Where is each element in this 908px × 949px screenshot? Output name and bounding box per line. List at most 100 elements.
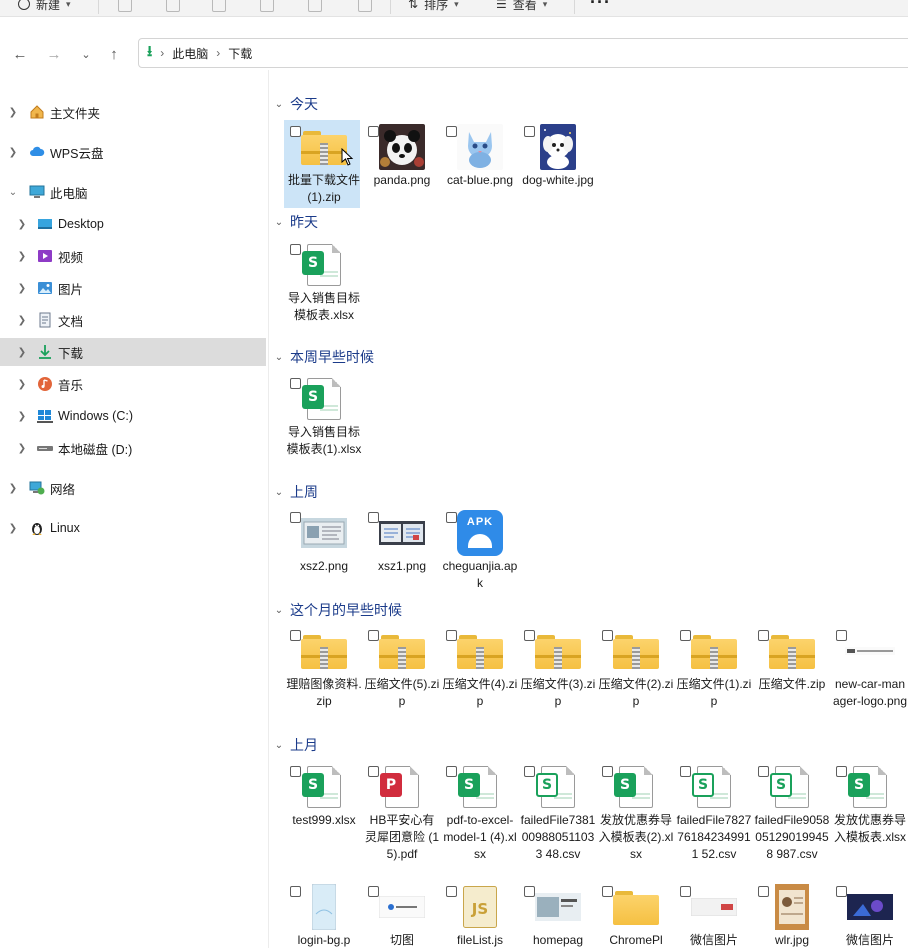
breadcrumb-this-pc[interactable]: 此电脑 bbox=[172, 45, 208, 62]
spreadsheet-icon: S bbox=[298, 764, 350, 810]
new-button[interactable]: 新建 ▾ bbox=[18, 0, 71, 14]
sidebar-item-drive-d[interactable]: ❯ 本地磁盘 (D:) bbox=[0, 434, 266, 462]
collapse-chevron-icon[interactable]: ⌄ bbox=[270, 487, 288, 498]
group-header-last-week[interactable]: ⌄ 上周 bbox=[270, 482, 318, 502]
item-checkbox[interactable] bbox=[758, 886, 769, 897]
sidebar-item-pictures[interactable]: ❯ 图片 bbox=[0, 274, 266, 302]
up-arrow-icon[interactable]: ↑ bbox=[104, 44, 124, 64]
item-checkbox[interactable] bbox=[368, 126, 379, 137]
item-checkbox[interactable] bbox=[836, 630, 847, 641]
expand-chevron-icon[interactable]: ❯ bbox=[8, 483, 18, 494]
more-options-icon[interactable]: ··· bbox=[590, 0, 611, 13]
item-checkbox[interactable] bbox=[524, 766, 535, 777]
toolbar-divider bbox=[390, 0, 391, 14]
pdf-icon: P bbox=[376, 764, 428, 810]
item-checkbox[interactable] bbox=[680, 886, 691, 897]
sidebar-item-label: 此电脑 bbox=[50, 186, 88, 201]
sidebar-item-music[interactable]: ❯ 音乐 bbox=[0, 370, 266, 398]
item-checkbox[interactable] bbox=[836, 766, 847, 777]
forward-arrow-icon[interactable]: → bbox=[44, 44, 64, 64]
expand-chevron-icon[interactable]: ❯ bbox=[17, 379, 27, 390]
item-checkbox[interactable] bbox=[680, 630, 691, 641]
item-checkbox[interactable] bbox=[758, 766, 769, 777]
item-checkbox[interactable] bbox=[290, 766, 301, 777]
item-checkbox[interactable] bbox=[290, 244, 301, 255]
sidebar-item-videos[interactable]: ❯ 视频 bbox=[0, 242, 266, 270]
group-header-earlier-this-week[interactable]: ⌄ 本周早些时候 bbox=[270, 347, 374, 367]
collapse-chevron-icon[interactable]: ⌄ bbox=[270, 605, 288, 616]
recent-locations-chevron-icon[interactable]: ⌄ bbox=[76, 44, 96, 64]
file-name: ChromePl bbox=[609, 933, 663, 947]
view-button[interactable]: ☰ 查看 ▾ bbox=[496, 0, 547, 14]
item-checkbox[interactable] bbox=[290, 512, 301, 523]
share-icon[interactable] bbox=[308, 0, 322, 12]
expand-chevron-icon[interactable]: ❯ bbox=[8, 147, 18, 158]
address-bar[interactable]: ⭳ › 此电脑 › 下载 bbox=[138, 38, 908, 68]
item-checkbox[interactable] bbox=[368, 766, 379, 777]
expand-chevron-icon[interactable]: ❯ bbox=[8, 107, 18, 118]
item-checkbox[interactable] bbox=[290, 378, 301, 389]
group-header-today[interactable]: ⌄ 今天 bbox=[270, 94, 318, 114]
item-checkbox[interactable] bbox=[446, 630, 457, 641]
item-checkbox[interactable] bbox=[368, 512, 379, 523]
file-name: 压缩文件(3).zip bbox=[520, 677, 596, 708]
group-header-yesterday[interactable]: ⌄ 昨天 bbox=[270, 212, 318, 232]
sidebar-item-desktop[interactable]: ❯ Desktop bbox=[0, 210, 266, 238]
collapse-chevron-icon[interactable]: ⌄ bbox=[8, 187, 18, 198]
collapse-chevron-icon[interactable]: ⌄ bbox=[270, 99, 288, 110]
item-checkbox[interactable] bbox=[524, 126, 535, 137]
sidebar-item-downloads[interactable]: ❯ 下载 bbox=[0, 338, 266, 366]
expand-chevron-icon[interactable]: ❯ bbox=[17, 251, 27, 262]
breadcrumb-downloads[interactable]: 下载 bbox=[228, 45, 252, 62]
item-checkbox[interactable] bbox=[446, 512, 457, 523]
file-name: HB平安心有灵犀团意险 (15).pdf bbox=[364, 813, 439, 861]
sidebar-item-wps-cloud[interactable]: ❯ WPS云盘 bbox=[0, 138, 266, 166]
collapse-chevron-icon[interactable]: ⌄ bbox=[270, 352, 288, 363]
item-checkbox[interactable] bbox=[836, 886, 847, 897]
expand-chevron-icon[interactable]: ❯ bbox=[8, 523, 18, 534]
item-checkbox[interactable] bbox=[602, 766, 613, 777]
sort-button[interactable]: ⇅ 排序 ▾ bbox=[408, 0, 459, 14]
item-checkbox[interactable] bbox=[446, 126, 457, 137]
item-checkbox[interactable] bbox=[680, 766, 691, 777]
copy-icon[interactable] bbox=[166, 0, 180, 12]
item-checkbox[interactable] bbox=[758, 630, 769, 641]
sidebar-item-network[interactable]: ❯ 网络 bbox=[0, 474, 266, 502]
rename-icon[interactable] bbox=[260, 0, 274, 12]
paste-icon[interactable] bbox=[212, 0, 226, 12]
item-checkbox[interactable] bbox=[524, 886, 535, 897]
cut-icon[interactable] bbox=[118, 0, 132, 12]
item-checkbox[interactable] bbox=[524, 630, 535, 641]
collapse-chevron-icon[interactable]: ⌄ bbox=[270, 217, 288, 228]
back-arrow-icon[interactable]: ← bbox=[10, 44, 30, 64]
item-checkbox[interactable] bbox=[290, 126, 301, 137]
item-checkbox[interactable] bbox=[446, 766, 457, 777]
expand-chevron-icon[interactable]: ❯ bbox=[17, 347, 27, 358]
item-checkbox[interactable] bbox=[602, 886, 613, 897]
expand-chevron-icon[interactable]: ❯ bbox=[17, 219, 27, 230]
pane-divider[interactable] bbox=[268, 70, 269, 948]
collapse-chevron-icon[interactable]: ⌄ bbox=[270, 740, 288, 751]
expand-chevron-icon[interactable]: ❯ bbox=[17, 315, 27, 326]
svg-text:JS: JS bbox=[471, 900, 488, 918]
video-icon bbox=[37, 248, 53, 264]
sidebar-item-drive-c[interactable]: ❯ Windows (C:) bbox=[0, 402, 266, 430]
item-checkbox[interactable] bbox=[290, 886, 301, 897]
expand-chevron-icon[interactable]: ❯ bbox=[17, 411, 27, 422]
delete-icon[interactable] bbox=[358, 0, 372, 12]
group-header-last-month[interactable]: ⌄ 上月 bbox=[270, 735, 318, 755]
group-header-earlier-this-month[interactable]: ⌄ 这个月的早些时候 bbox=[270, 600, 402, 620]
item-checkbox[interactable] bbox=[290, 630, 301, 641]
sidebar-item-this-pc[interactable]: ⌄ 此电脑 bbox=[0, 178, 266, 206]
item-checkbox[interactable] bbox=[368, 886, 379, 897]
expand-chevron-icon[interactable]: ❯ bbox=[17, 443, 27, 454]
sidebar-item-home[interactable]: ❯ 主文件夹 bbox=[0, 98, 266, 126]
expand-chevron-icon[interactable]: ❯ bbox=[17, 283, 27, 294]
item-checkbox[interactable] bbox=[446, 886, 457, 897]
file-name: 微信图片 bbox=[689, 933, 738, 947]
sidebar-item-linux[interactable]: ❯ Linux bbox=[0, 514, 266, 542]
item-checkbox[interactable] bbox=[368, 630, 379, 641]
item-checkbox[interactable] bbox=[602, 630, 613, 641]
spreadsheet-icon: S bbox=[454, 764, 506, 810]
sidebar-item-documents[interactable]: ❯ 文档 bbox=[0, 306, 266, 334]
